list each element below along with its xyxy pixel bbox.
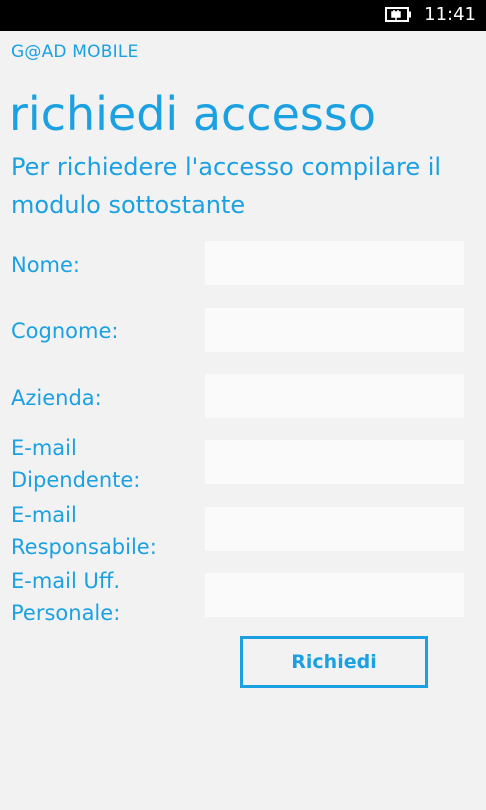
field-label-azienda: Azienda:	[11, 386, 102, 410]
cognome-input[interactable]	[205, 308, 464, 352]
nome-input[interactable]	[205, 241, 464, 285]
field-label-cognome: Cognome:	[11, 319, 119, 343]
status-time: 11:41	[424, 4, 476, 25]
page-subtitle: Per richiedere l'accesso compilare il mo…	[11, 153, 442, 219]
battery-charging-icon	[385, 7, 411, 22]
status-bar: 11:41	[0, 0, 486, 31]
app-name: G@AD MOBILE	[11, 42, 139, 62]
azienda-input[interactable]	[205, 374, 464, 418]
page-title: richiedi accesso	[9, 87, 376, 141]
email-uff-personale-input[interactable]	[205, 573, 464, 617]
field-label-email-uff-personale: E-mail Uff. Personale:	[11, 569, 121, 625]
email-dipendente-input[interactable]	[205, 440, 464, 484]
field-label-nome: Nome:	[11, 253, 81, 277]
field-label-email-dipendente: E-mail Dipendente:	[11, 436, 141, 492]
field-label-email-responsabile: E-mail Responsabile:	[11, 503, 157, 559]
email-responsabile-input[interactable]	[205, 507, 464, 551]
richiedi-button[interactable]: Richiedi	[240, 636, 428, 688]
